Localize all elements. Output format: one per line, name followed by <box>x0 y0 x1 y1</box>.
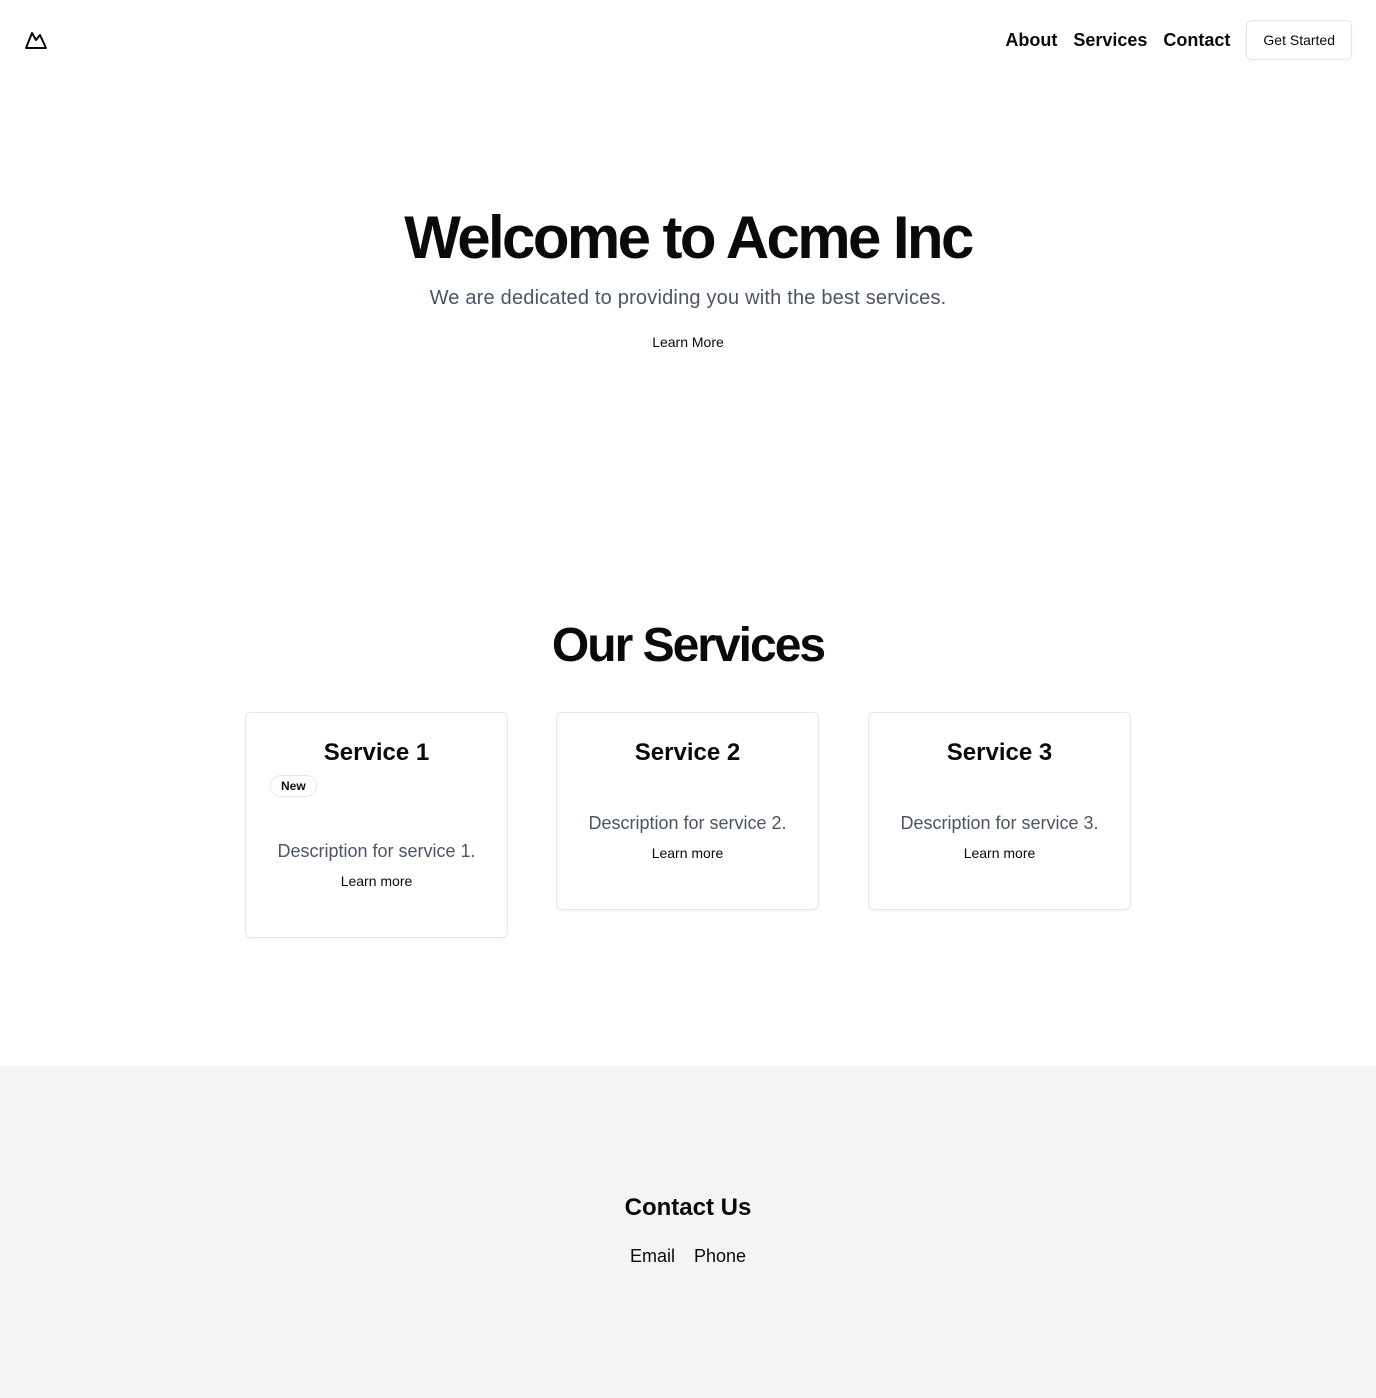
service-card-description: Description for service 3. <box>900 813 1099 833</box>
site-header: About Services Contact Get Started <box>0 0 1376 80</box>
hero-subtitle: We are dedicated to providing you with t… <box>429 287 947 309</box>
service-card-description: Description for service 1. <box>277 841 476 861</box>
learn-more-button[interactable]: Learn More <box>652 332 724 352</box>
nav-link-about[interactable]: About <box>1005 20 1057 60</box>
service-card: Service 1 New Description for service 1.… <box>245 712 508 938</box>
nav-link-services[interactable]: Services <box>1073 20 1147 60</box>
contact-section: Contact Us Email Phone <box>0 1066 1376 1398</box>
service-card: Service 2 Description for service 2. Lea… <box>556 712 819 910</box>
hero-section: Welcome to Acme Inc We are dedicated to … <box>0 200 1376 352</box>
email-link[interactable]: Email <box>630 1246 675 1266</box>
hero-title: Welcome to Acme Inc <box>404 204 974 271</box>
service-card-description: Description for service 2. <box>588 813 787 833</box>
service-card-title: Service 2 <box>634 739 741 766</box>
contact-title: Contact Us <box>624 1194 752 1221</box>
service-card-learn-more-link[interactable]: Learn more <box>893 843 1106 863</box>
service-card-title: Service 1 <box>323 739 430 766</box>
services-title: Our Services <box>551 619 826 672</box>
phone-link[interactable]: Phone <box>694 1246 746 1266</box>
service-card-title: Service 3 <box>946 739 1053 766</box>
get-started-button[interactable]: Get Started <box>1246 20 1352 60</box>
main-nav: About Services Contact Get Started <box>1005 20 1352 60</box>
new-badge: New <box>270 775 317 797</box>
service-card-learn-more-link[interactable]: Learn more <box>581 843 794 863</box>
service-card: Service 3 Description for service 3. Lea… <box>868 712 1131 910</box>
nav-link-contact[interactable]: Contact <box>1163 20 1230 60</box>
contact-links: Email Phone <box>0 1242 1376 1270</box>
mountain-icon[interactable] <box>24 28 48 52</box>
service-card-learn-more-link[interactable]: Learn more <box>270 871 483 891</box>
